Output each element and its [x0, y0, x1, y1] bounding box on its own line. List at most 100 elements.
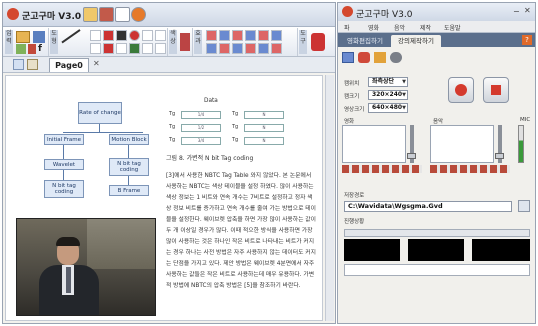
folder-icon[interactable]: [16, 31, 30, 43]
audio-preview: [430, 125, 494, 163]
video-controls[interactable]: [342, 165, 422, 173]
menu-item-music[interactable]: 음악: [394, 23, 405, 32]
new-page-icon[interactable]: [115, 7, 130, 22]
ribbon-group-label: 입력: [5, 30, 13, 54]
cam-position-label: 캠위치: [344, 81, 360, 87]
stamp-icon[interactable]: [311, 33, 325, 51]
recorder-tab-bar: 영화편집하기 강의제작하기 ?: [338, 33, 535, 47]
effect-icon[interactable]: [28, 44, 36, 54]
tag-label: Tg: [169, 137, 176, 143]
record-icon: [455, 84, 467, 96]
open-icon[interactable]: [83, 7, 98, 22]
check-icon[interactable]: [13, 59, 24, 70]
fill-tool[interactable]: [116, 30, 127, 41]
effect-tool-7[interactable]: [206, 43, 217, 54]
tag-value: N: [244, 124, 284, 132]
shape-tool[interactable]: [116, 43, 127, 54]
video-size-select[interactable]: 640×480: [368, 103, 408, 113]
paint-icon[interactable]: [33, 31, 45, 43]
screen-icon[interactable]: [374, 52, 386, 63]
progress-bar: [344, 229, 530, 237]
mic-volume-label: MIC: [520, 117, 531, 123]
table-title: Data: [204, 98, 218, 104]
recorder-title: 군고구마 V3.0: [356, 10, 413, 20]
menu-item-make[interactable]: 제작: [420, 23, 431, 32]
help-button[interactable]: ?: [522, 35, 532, 45]
line-icon[interactable]: [61, 29, 89, 55]
audio-volume-knob[interactable]: [495, 153, 504, 159]
status-bar: [344, 264, 530, 276]
presenter-tie: [66, 267, 71, 293]
capture-icon[interactable]: [342, 52, 354, 63]
tag-label: Tg: [232, 137, 239, 143]
flow-connector: [99, 124, 100, 132]
slide-canvas[interactable]: Rate of change Initial Frame Motion Bloc…: [5, 75, 323, 321]
rect-tool[interactable]: [103, 30, 114, 41]
video-preview: [342, 125, 406, 163]
effect-tool-12[interactable]: [271, 43, 282, 54]
flow-box-nbit-right: N bit tag coding: [109, 158, 149, 176]
audio-controls[interactable]: [430, 165, 510, 173]
tag-value: N: [244, 111, 284, 119]
minimize-icon[interactable]: −: [513, 7, 520, 16]
save-icon[interactable]: [99, 7, 114, 22]
brush-tool[interactable]: [142, 43, 153, 54]
menu-item-video[interactable]: 영화: [368, 23, 379, 32]
flow-connector: [128, 145, 129, 158]
recorder-titlebar: 군고구마 V3.0 − ✕: [338, 3, 535, 21]
stop-button[interactable]: [483, 77, 509, 103]
save-path-input[interactable]: C:\Wavidata\Wgsgma.Gvd: [344, 201, 512, 212]
text-icon[interactable]: f: [38, 44, 46, 54]
flow-box-bframe: B Frame: [109, 185, 149, 196]
page-tab-bar: Page0 ✕: [3, 57, 335, 73]
tab-video-edit[interactable]: 영화편집하기: [341, 35, 389, 47]
mic-level-meter: [518, 125, 524, 163]
camera-icon[interactable]: [358, 52, 370, 63]
cam-size-select[interactable]: 320×240: [368, 90, 408, 100]
picture-icon[interactable]: [16, 44, 26, 54]
recorder-window: 군고구마 V3.0 − ✕ 파 영화 음악 제작 도움말 영화편집하기 강의제작…: [337, 2, 536, 324]
pen-tool[interactable]: [142, 30, 153, 41]
mic-icon[interactable]: [390, 52, 402, 63]
folder-browse-icon[interactable]: [518, 200, 530, 212]
effect-tool-4[interactable]: [245, 30, 256, 41]
flow-connector: [63, 132, 143, 133]
stop-icon: [491, 85, 501, 95]
effect-tool-6[interactable]: [271, 30, 282, 41]
effect-tool-1[interactable]: [206, 30, 217, 41]
tag-value: 1/4: [181, 111, 221, 119]
undo-icon[interactable]: [131, 7, 146, 22]
close-icon[interactable]: ✕: [93, 59, 100, 68]
tab-lecture-make[interactable]: 강의제작하기: [391, 35, 441, 47]
text-tool[interactable]: [155, 30, 166, 41]
tag-value: 1/2: [181, 124, 221, 132]
ellipse-tool[interactable]: [129, 30, 140, 41]
effect-tool-5[interactable]: [258, 30, 269, 41]
menu-item-help[interactable]: 도움말: [444, 23, 461, 32]
pin-icon[interactable]: [180, 33, 190, 51]
effect-tool-11[interactable]: [258, 43, 269, 54]
arrow-tool[interactable]: [90, 30, 101, 41]
menu-item-file[interactable]: 파: [344, 23, 350, 32]
effect-tool-9[interactable]: [232, 43, 243, 54]
video-volume-knob[interactable]: [407, 153, 416, 159]
effect-tool-10[interactable]: [245, 43, 256, 54]
tab-page0[interactable]: Page0: [49, 58, 89, 72]
table-row: Tg 1/2 Tg N: [169, 124, 289, 132]
color-tool[interactable]: [103, 43, 114, 54]
body-text: [3]에서 사용한 NBTC Tag Table 와지 않았다. 본 논문에서 …: [166, 173, 316, 289]
vertical-scrollbar[interactable]: [325, 75, 334, 321]
flow-connector: [63, 145, 64, 159]
eraser-tool[interactable]: [155, 43, 166, 54]
line-color-tool[interactable]: [129, 43, 140, 54]
effect-tool-8[interactable]: [219, 43, 230, 54]
webcam-overlay[interactable]: [16, 218, 156, 316]
effect-tool-2[interactable]: [219, 30, 230, 41]
record-button[interactable]: [448, 77, 474, 103]
pages-icon[interactable]: [27, 59, 38, 70]
cam-position-select[interactable]: 좌측상단: [368, 77, 408, 87]
effect-tool-3[interactable]: [232, 30, 243, 41]
toolbar-row: [342, 51, 532, 65]
close-icon[interactable]: ✕: [524, 6, 531, 15]
curve-tool[interactable]: [90, 43, 101, 54]
